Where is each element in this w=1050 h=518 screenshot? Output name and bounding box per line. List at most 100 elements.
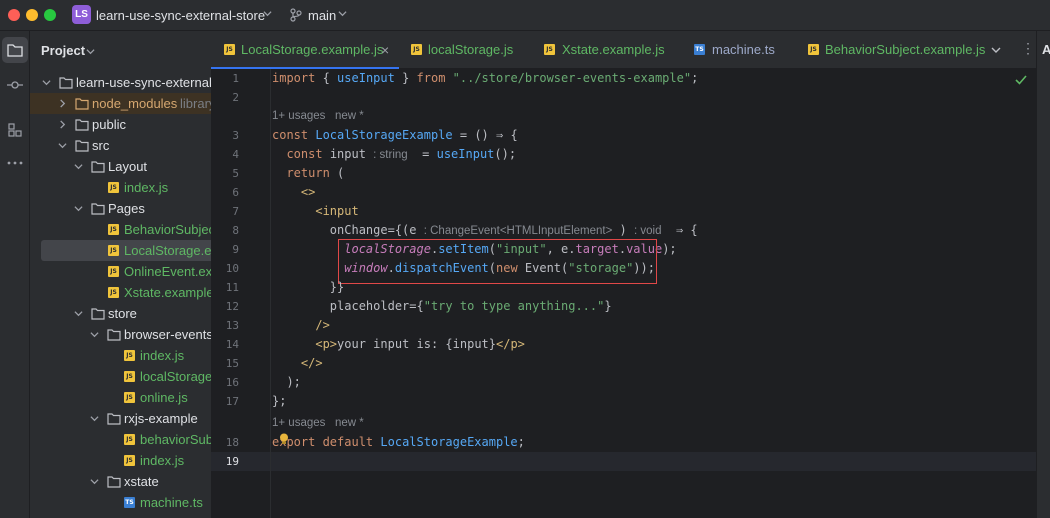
line-number[interactable]: 14 (211, 335, 239, 354)
tree-item-label: node_modules (92, 96, 178, 111)
tree-item[interactable]: JS localStorage. (30, 366, 211, 387)
tree-item[interactable]: JS OnlineEvent.exa (30, 261, 211, 282)
line-number[interactable]: 4 (211, 145, 239, 164)
usages-hint[interactable]: 1+ usages new * (272, 107, 364, 126)
chevron-down-icon[interactable] (74, 204, 83, 213)
tree-item-label: LocalStorage.ex (124, 243, 211, 258)
close-window-button[interactable] (8, 9, 20, 21)
tab-localstorage-example[interactable]: JS LocalStorage.example.js × (211, 31, 399, 69)
line-number[interactable]: 5 (211, 164, 239, 183)
right-strip-label[interactable]: A (1042, 42, 1050, 57)
tree-item-label: Pages (108, 201, 145, 216)
chevron-down-icon[interactable] (338, 9, 347, 18)
type-inlay-hint: : string (373, 149, 408, 161)
tree-item[interactable]: JS behaviorSubj (30, 429, 211, 450)
code-line-16: ); (286, 375, 301, 389)
js-file-icon: JS (108, 182, 119, 193)
zoom-window-button[interactable] (44, 9, 56, 21)
tree-item[interactable]: src (30, 135, 211, 156)
line-number[interactable]: 13 (211, 316, 239, 335)
lightbulb-icon[interactable] (279, 433, 289, 445)
tree-item-label: localStorage. (140, 369, 211, 384)
chevron-down-icon[interactable] (74, 162, 83, 171)
line-number[interactable]: 2 (211, 88, 239, 107)
tree-item[interactable]: JS online.js (30, 387, 211, 408)
line-number[interactable]: 7 (211, 202, 239, 221)
checkmark-icon[interactable] (1015, 74, 1027, 86)
chevron-down-icon[interactable] (991, 45, 1001, 55)
chevron-right-icon[interactable] (58, 120, 67, 129)
structure-tool-button[interactable] (2, 117, 28, 143)
line-number[interactable]: 15 (211, 354, 239, 373)
chevron-down-icon[interactable] (90, 330, 99, 339)
branch-selector[interactable]: main (308, 8, 336, 23)
line-number[interactable]: 12 (211, 297, 239, 316)
line-number[interactable]: 1 (211, 69, 239, 88)
tab-machine-ts[interactable]: TS machine.ts (694, 31, 809, 69)
tree-item[interactable]: node_moduleslibrary (30, 93, 211, 114)
line-number[interactable]: 17 (211, 392, 239, 411)
tree-item[interactable]: public (30, 114, 211, 135)
line-number[interactable]: 6 (211, 183, 239, 202)
js-file-icon: JS (124, 455, 135, 466)
tree-item[interactable]: JS index.js (30, 345, 211, 366)
tree-item[interactable]: xstate (30, 471, 211, 492)
tree-item[interactable]: Pages (30, 198, 211, 219)
line-number[interactable]: 18 (211, 433, 239, 452)
code-line-17: }; (272, 394, 287, 408)
line-number[interactable]: 8 (211, 221, 239, 240)
tree-item[interactable]: rxjs-example (30, 408, 211, 429)
chevron-right-icon[interactable] (58, 99, 67, 108)
folder-icon (107, 476, 121, 488)
line-number[interactable]: 16 (211, 373, 239, 392)
code-editor[interactable]: 1 2 3 4 5 6 7 8 9 10 11 12 13 14 15 16 17 18 19 import { u… (211, 69, 1036, 518)
tree-item-label: xstate (124, 474, 159, 489)
chevron-down-icon[interactable] (263, 9, 272, 18)
usages-hint[interactable]: 1+ usages new * (272, 414, 364, 433)
tree-item[interactable]: Layout (30, 156, 211, 177)
chevron-down-icon[interactable] (42, 78, 51, 87)
project-tool-button[interactable] (2, 37, 28, 63)
tree-item[interactable]: browser-events (30, 324, 211, 345)
tree-item[interactable]: TS machine.ts (30, 492, 211, 513)
more-vertical-icon[interactable]: ⋮ (1021, 41, 1035, 55)
tree-item-label: index.js (124, 180, 169, 195)
tree-item[interactable]: JS Xstate.example. (30, 282, 211, 303)
close-tab-icon[interactable]: × (381, 31, 389, 69)
tree-item[interactable]: store (30, 303, 211, 324)
tree-item-label: OnlineEvent.exa (124, 264, 211, 279)
project-badge[interactable]: LS (72, 5, 91, 24)
tree-item-label: store (108, 306, 137, 321)
js-file-icon: JS (808, 44, 819, 55)
project-panel-title[interactable]: Project (41, 43, 85, 58)
tree-item[interactable]: JS index.js (30, 177, 211, 198)
commit-icon (7, 81, 23, 89)
minimize-window-button[interactable] (26, 9, 38, 21)
tree-item[interactable]: learn-use-sync-external (30, 72, 211, 93)
line-number[interactable]: 11 (211, 278, 239, 297)
chevron-down-icon[interactable] (86, 47, 95, 56)
line-number[interactable]: 19 (211, 452, 239, 471)
folder-icon (7, 44, 23, 57)
folder-icon (75, 119, 89, 131)
tree-item[interactable]: JS LocalStorage.ex (41, 240, 211, 261)
more-tools-button[interactable] (2, 150, 28, 176)
line-number[interactable]: 3 (211, 126, 239, 145)
js-file-icon: JS (108, 224, 119, 235)
project-name-selector[interactable]: learn-use-sync-external-store (96, 8, 265, 23)
chevron-down-icon[interactable] (74, 309, 83, 318)
tab-localstorage[interactable]: JS localStorage.js (399, 31, 544, 69)
tab-xstate-example[interactable]: JS Xstate.example.js (544, 31, 694, 69)
tree-item[interactable]: JS BehaviorSubject (30, 219, 211, 240)
folder-icon (75, 140, 89, 152)
tree-item-label: index.js (140, 453, 185, 468)
line-number[interactable]: 9 (211, 240, 239, 259)
chevron-down-icon[interactable] (90, 477, 99, 486)
tab-behaviorsubject-example[interactable]: JS BehaviorSubject.example.js (808, 31, 988, 69)
chevron-down-icon[interactable] (90, 414, 99, 423)
editor-tab-bar: JS LocalStorage.example.js × JS localSto… (211, 31, 1050, 69)
chevron-down-icon[interactable] (58, 141, 67, 150)
commit-tool-button[interactable] (2, 72, 28, 98)
line-number[interactable]: 10 (211, 259, 239, 278)
tree-item[interactable]: JS index.js (30, 450, 211, 471)
